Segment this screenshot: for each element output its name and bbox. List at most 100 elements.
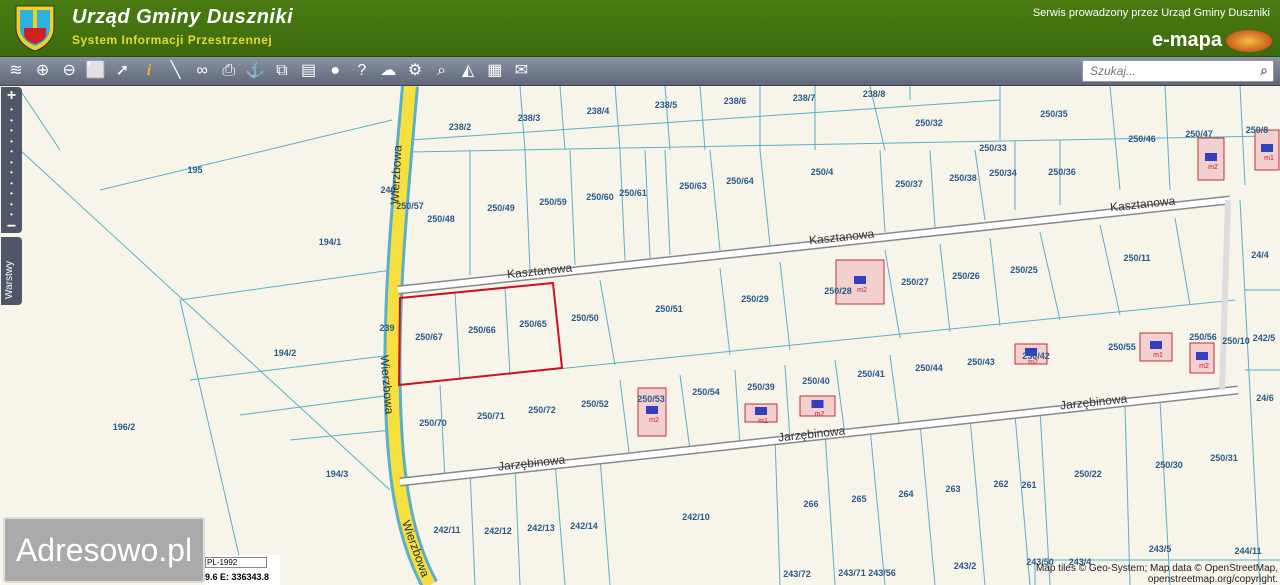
parcel-label[interactable]: 250/10 — [1222, 336, 1250, 346]
parcel-label[interactable]: 250/65 — [519, 319, 547, 329]
download-icon[interactable]: ⚓ — [244, 60, 266, 82]
zoom-out-button[interactable]: − — [1, 218, 22, 234]
parcel-label[interactable]: 250/47 — [1185, 129, 1213, 139]
color-palette-icon[interactable]: ▦ — [484, 60, 506, 82]
parcel-label[interactable]: 242/12 — [484, 526, 512, 536]
parcel-label[interactable]: 195 — [187, 165, 202, 175]
parcel-label[interactable]: 242/13 — [527, 523, 555, 533]
parcel-label[interactable]: 250/25 — [1010, 265, 1038, 275]
parcel-label[interactable]: 250/46 — [1128, 134, 1156, 144]
parcel-label[interactable]: 250/66 — [468, 325, 496, 335]
parcel-label[interactable]: 250/31 — [1210, 453, 1238, 463]
triangle-icon[interactable]: ◭ — [457, 60, 479, 82]
parcel-label[interactable]: 250/22 — [1074, 469, 1102, 479]
parcel-label[interactable]: 238/8 — [863, 89, 886, 99]
parcel-label[interactable]: 250/38 — [949, 173, 977, 183]
parcel-label[interactable]: 250/52 — [581, 399, 609, 409]
parcel-label[interactable]: 196/2 — [113, 422, 136, 432]
layers-icon[interactable]: ≋ — [5, 60, 27, 82]
parcel-label[interactable]: 250/33 — [979, 143, 1007, 153]
parcel-label[interactable]: 238/2 — [449, 122, 472, 132]
measure-icon[interactable]: ╲ — [165, 60, 187, 82]
parcel-label[interactable]: 194/1 — [319, 237, 342, 247]
full-extent-icon[interactable]: ⬜ — [85, 60, 107, 82]
parcel-label[interactable]: 265 — [851, 494, 866, 504]
parcel-label[interactable]: 250/70 — [419, 418, 447, 428]
cloud-icon[interactable]: ☁ — [377, 60, 399, 82]
parcel-label[interactable]: 244/11 — [1234, 546, 1261, 556]
parcel-label[interactable]: 238/6 — [724, 96, 747, 106]
parcel-label[interactable]: 250/26 — [952, 271, 980, 281]
parcel-label[interactable]: 250/35 — [1040, 109, 1068, 119]
parcel-label[interactable]: 250/59 — [539, 197, 567, 207]
parcel-label[interactable]: 250/36 — [1048, 167, 1076, 177]
parcel-label[interactable]: 243/56 — [868, 568, 896, 578]
parcel-label[interactable]: 250/43 — [967, 357, 995, 367]
parcel-label[interactable]: 24/4 — [1251, 250, 1269, 260]
parcel-label[interactable]: 250/41 — [857, 369, 885, 379]
parcel-label[interactable]: 250/8 — [1246, 125, 1269, 135]
parcel-label[interactable]: 250/37 — [895, 179, 923, 189]
parcel-label[interactable]: 250/44 — [915, 363, 943, 373]
parcel-label[interactable]: 264 — [898, 489, 913, 499]
link-icon[interactable]: ∞ — [191, 60, 213, 82]
parcel-label[interactable]: 250/34 — [989, 168, 1017, 178]
parcel-label[interactable]: 250/53 — [637, 394, 665, 404]
parcel-label[interactable]: 262 — [993, 479, 1008, 489]
parcel-label[interactable]: 250/11 — [1123, 253, 1150, 263]
parcel-label[interactable]: 250/30 — [1155, 460, 1183, 470]
parcel-label[interactable]: 263 — [945, 484, 960, 494]
parcel-label[interactable]: 239 — [379, 323, 394, 333]
search-map-icon[interactable]: ⌕ — [431, 60, 453, 82]
parcel-label[interactable]: 250/61 — [619, 188, 647, 198]
layout-icon[interactable]: ▤ — [298, 60, 320, 82]
parcel-label[interactable]: 250/50 — [571, 313, 599, 323]
parcel-label[interactable]: 250/49 — [487, 203, 515, 213]
building[interactable]: m1 — [1254, 129, 1280, 171]
help-icon[interactable]: ? — [351, 60, 373, 82]
map-canvas[interactable]: m2m2 m1m2m2m1m2m2m1 238/2238/3238/4238/5 2… — [0, 86, 1280, 585]
zoom-in-icon[interactable]: ⊕ — [32, 60, 54, 82]
parcel-label[interactable]: 250/55 — [1108, 342, 1136, 352]
parcel-label[interactable]: 242/14 — [570, 521, 598, 531]
parcel-label[interactable]: 250/29 — [741, 294, 769, 304]
parcel-label[interactable]: 242/5 — [1253, 333, 1276, 343]
parcel-label[interactable]: 250/60 — [586, 192, 614, 202]
parcel-label[interactable]: 238/3 — [518, 113, 541, 123]
parcel-label[interactable]: 250/71 — [477, 411, 505, 421]
parcel-label[interactable]: 243/2 — [954, 561, 977, 571]
crs-select[interactable]: PL-1992 — [205, 557, 267, 568]
building[interactable]: m2 — [799, 395, 836, 418]
parcel-label[interactable]: 250/63 — [679, 181, 707, 191]
zoom-out-icon[interactable]: ⊖ — [58, 60, 80, 82]
parcel-label[interactable]: 238/7 — [793, 93, 816, 103]
zoom-slider[interactable]: • • • • • • • • • • • — [1, 105, 22, 221]
parcel-label[interactable]: 250/32 — [915, 118, 943, 128]
search-box[interactable]: ⌕ — [1082, 60, 1274, 82]
parcel-label[interactable]: 242/10 — [682, 512, 710, 522]
parcel-label[interactable]: 250/40 — [802, 376, 830, 386]
parcel-label[interactable]: 238/4 — [587, 106, 610, 116]
parcel-label[interactable]: 242/11 — [433, 525, 460, 535]
zoom-control[interactable]: + • • • • • • • • • • • − — [1, 87, 22, 234]
parcel-label[interactable]: 250/42 — [1022, 351, 1050, 361]
parcel-label[interactable]: 250/39 — [747, 382, 775, 392]
attribution-link[interactable]: openstreetmap.org/copyright. — [1036, 574, 1278, 585]
parcel-label[interactable]: 266 — [803, 499, 818, 509]
parcel-label[interactable]: 243/71 — [838, 568, 866, 578]
parcel-label[interactable]: 250/54 — [692, 387, 720, 397]
comment-icon[interactable]: ● — [324, 60, 346, 82]
parcel-label[interactable]: 250/28 — [824, 286, 852, 296]
parcel-label[interactable]: 194/3 — [326, 469, 349, 479]
parcel-label[interactable]: 250/67 — [415, 332, 443, 342]
parcel-label[interactable]: 261 — [1021, 480, 1036, 490]
building[interactable]: m2 — [835, 259, 885, 305]
parcel-label[interactable]: 24/6 — [1256, 393, 1274, 403]
pointer-icon[interactable]: ➚ — [111, 60, 133, 82]
layers-tab[interactable]: Warstwy — [1, 237, 22, 305]
parcel-label[interactable]: 243/72 — [783, 569, 811, 579]
building[interactable]: m2 — [1197, 137, 1225, 181]
compare-icon[interactable]: ⧉ — [271, 60, 293, 82]
parcel-label[interactable]: 250/56 — [1189, 332, 1217, 342]
parcel-label[interactable]: 250/72 — [528, 405, 556, 415]
